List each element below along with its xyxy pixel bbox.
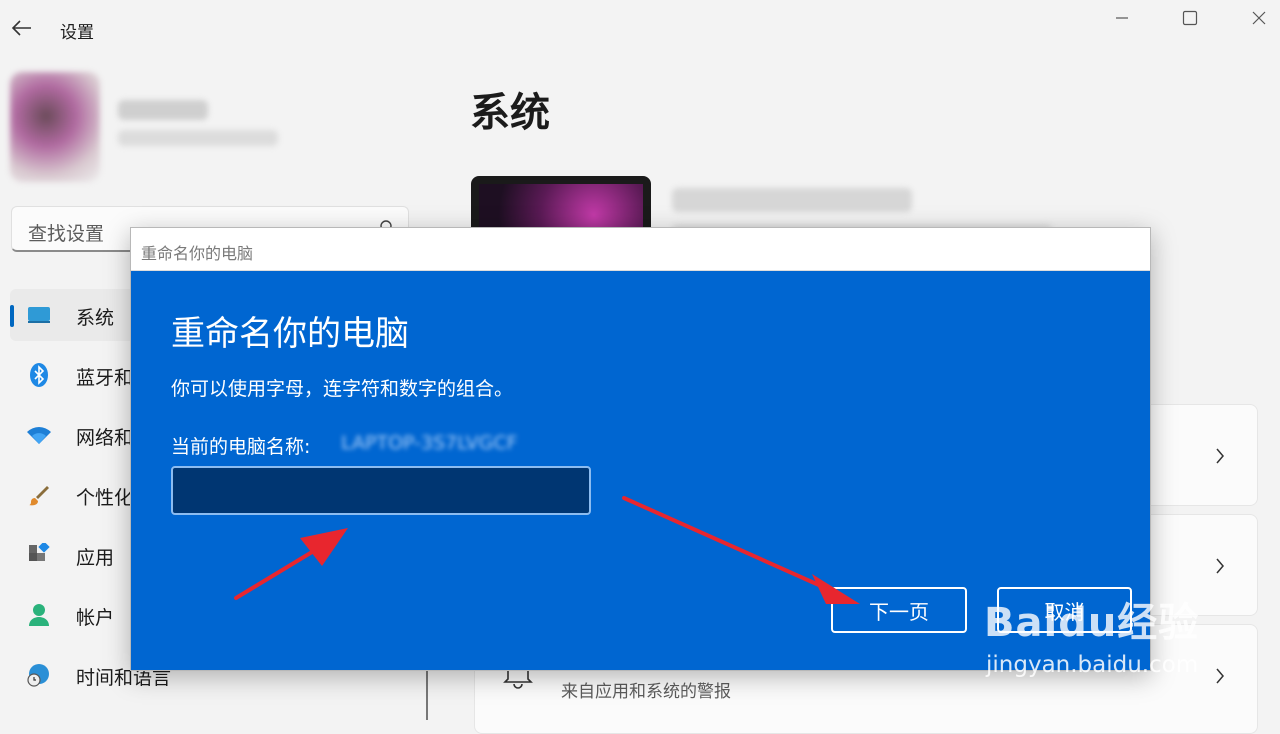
current-name-label: 当前的电脑名称: — [171, 436, 311, 458]
sidebar-item-label: 网络和 — [76, 427, 134, 449]
page-title: 系统 — [470, 90, 550, 136]
wifi-icon — [26, 422, 52, 448]
maximize-icon — [1182, 10, 1198, 26]
sidebar-item-label: 系统 — [76, 307, 115, 329]
sidebar-item-label: 帐户 — [76, 607, 115, 629]
apps-icon — [26, 542, 52, 568]
bluetooth-icon — [26, 362, 52, 388]
watermark-logo: Baidu经验 — [984, 600, 1200, 646]
avatar[interactable] — [10, 72, 100, 182]
app-title: 设置 — [60, 23, 94, 43]
brush-icon — [26, 482, 52, 508]
watermark-url: jingyan.baidu.com — [986, 652, 1199, 678]
sidebar-item-label: 蓝牙和 — [76, 367, 134, 389]
system-icon — [26, 302, 52, 328]
chevron-right-icon — [1213, 448, 1227, 464]
back-button[interactable] — [8, 14, 36, 42]
sidebar-item-label: 应用 — [76, 547, 115, 569]
minimize-icon — [1116, 17, 1128, 19]
search-placeholder: 查找设置 — [28, 223, 105, 245]
account-icon — [26, 602, 52, 628]
new-name-input[interactable] — [171, 466, 591, 515]
dialog-window-title: 重命名你的电脑 — [141, 244, 254, 263]
notifications-description: 来自应用和系统的警报 — [561, 682, 731, 702]
profile-email-blurred — [118, 130, 278, 146]
dialog-description: 你可以使用字母，连字符和数字的组合。 — [171, 378, 514, 400]
close-button[interactable] — [1237, 4, 1280, 32]
next-button[interactable]: 下一页 — [831, 587, 967, 633]
maximize-button[interactable] — [1168, 4, 1212, 32]
minimize-button[interactable] — [1100, 4, 1144, 32]
baidu-watermark: Baidu经验 jingyan.baidu.com — [984, 590, 1224, 690]
close-icon — [1252, 11, 1266, 25]
active-indicator — [10, 305, 14, 327]
dialog-title-bar: 重命名你的电脑 — [131, 228, 1150, 271]
device-name-blurred — [672, 188, 912, 212]
back-arrow-icon — [11, 20, 31, 36]
chevron-right-icon — [1213, 558, 1227, 574]
globe-clock-icon — [26, 662, 52, 688]
current-name-value: LAPTOP-3S7LVGCF — [341, 432, 518, 454]
profile-name-blurred — [118, 100, 208, 120]
title-bar: 设置 — [0, 0, 1280, 56]
sidebar-item-label: 个性化 — [76, 487, 134, 509]
dialog-heading: 重命名你的电脑 — [171, 314, 409, 354]
